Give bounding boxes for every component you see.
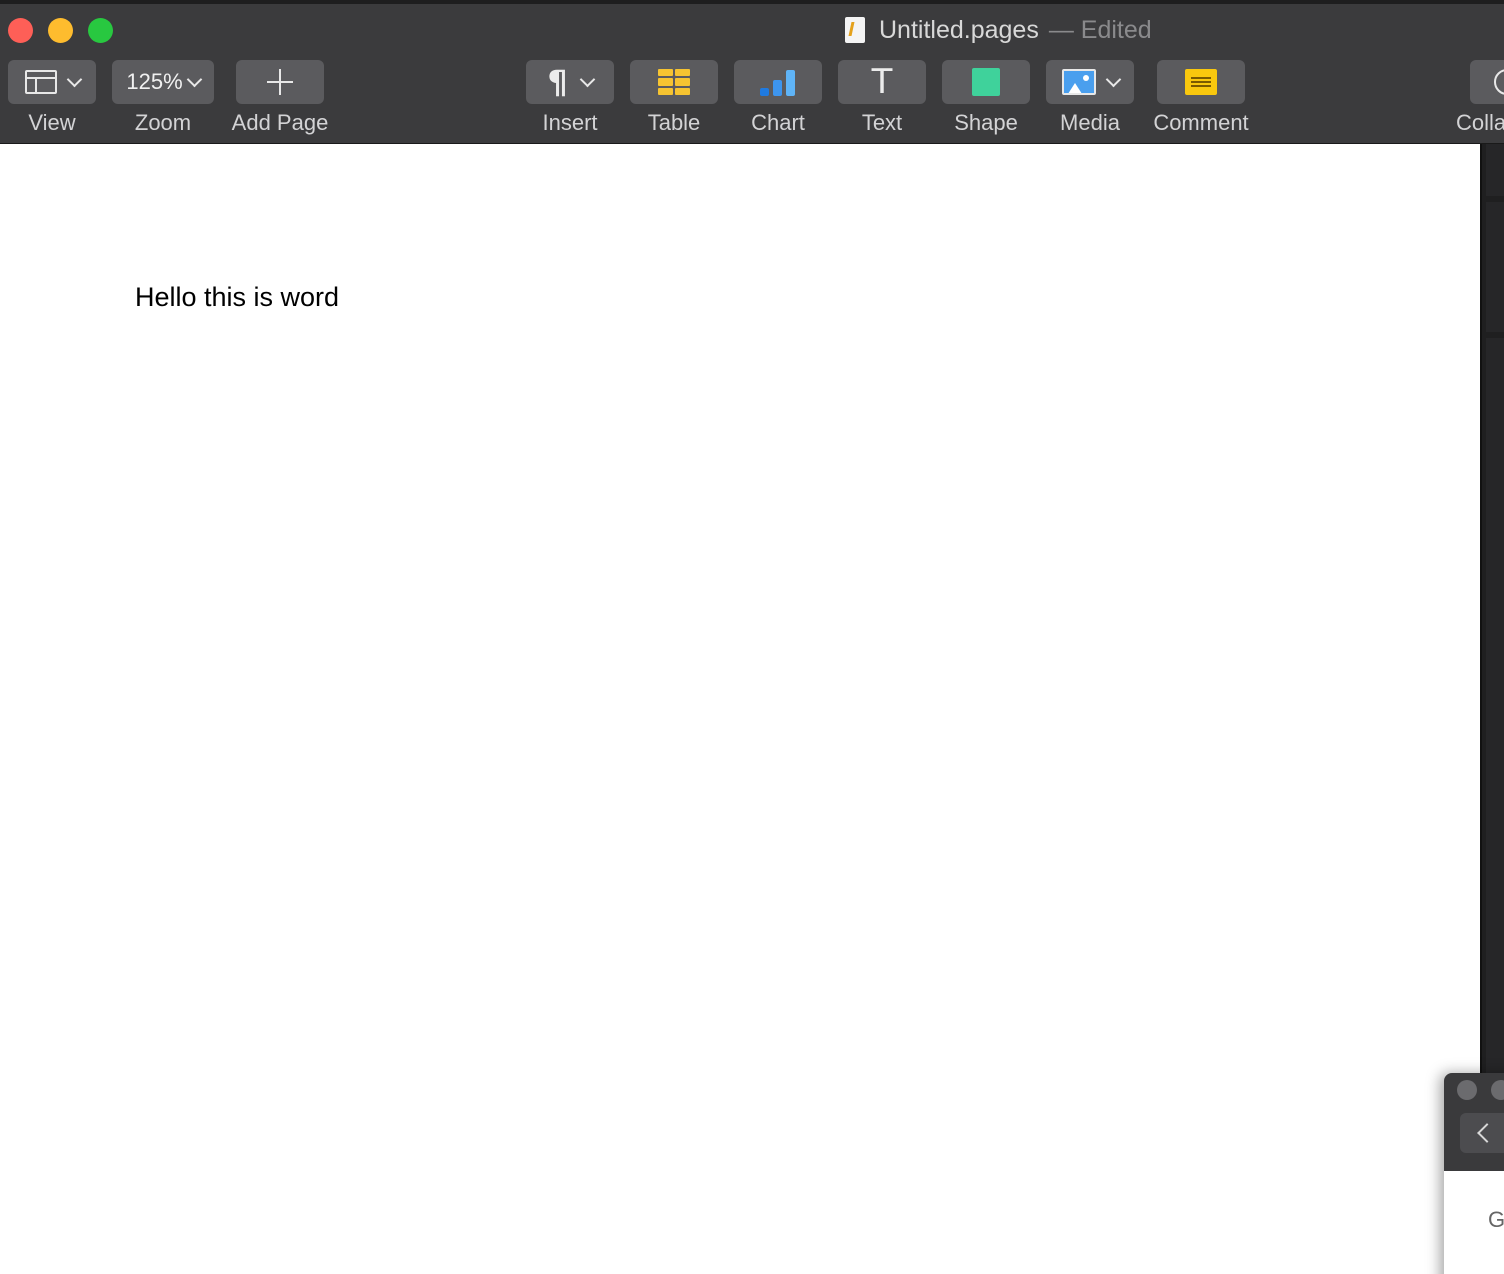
collaborate-label: Colla — [1456, 110, 1504, 135]
insert-button[interactable]: ¶ — [526, 60, 614, 104]
close-window-button[interactable] — [1457, 1080, 1477, 1100]
table-label: Table — [647, 110, 701, 135]
fullscreen-window-button[interactable] — [88, 18, 113, 43]
chevron-left-icon — [1477, 1123, 1497, 1143]
comment-label: Comment — [1153, 110, 1249, 135]
chart-button[interactable] — [734, 60, 822, 104]
window-title: Untitled.pages — Edited — [845, 14, 1152, 46]
insert-label: Insert — [542, 110, 598, 135]
view-button[interactable] — [8, 60, 96, 104]
toolbar: Untitled.pages — Edited View 125% Zoom A… — [0, 0, 1504, 144]
table-icon — [658, 69, 690, 95]
media-button[interactable] — [1046, 60, 1134, 104]
text-box-icon: T — [871, 62, 893, 102]
photo-icon — [1061, 69, 1096, 95]
text-label: Text — [861, 110, 903, 135]
shape-button[interactable] — [942, 60, 1030, 104]
view-label: View — [28, 110, 76, 135]
collaborate-button[interactable] — [1470, 60, 1504, 104]
plus-icon — [267, 69, 293, 95]
add-page-label: Add Page — [231, 110, 329, 135]
zoom-value: 125% — [126, 69, 183, 94]
document-edited-status: — Edited — [1048, 15, 1152, 44]
close-window-button[interactable] — [8, 18, 33, 43]
overlapping-window-content: G — [1444, 1171, 1504, 1274]
media-label: Media — [1060, 110, 1120, 135]
bar-chart-icon — [760, 68, 796, 96]
document-canvas[interactable]: Hello this is word — [0, 144, 1480, 1274]
document-body-text[interactable]: Hello this is word — [135, 282, 339, 313]
pages-app-window: Untitled.pages — Edited View 125% Zoom A… — [0, 0, 1504, 1274]
chevron-down-icon — [66, 71, 82, 87]
collaborate-icon — [1494, 69, 1504, 95]
document-file-name: Untitled.pages — [879, 15, 1039, 44]
minimize-window-button[interactable] — [1491, 1080, 1504, 1100]
chart-label: Chart — [751, 110, 805, 135]
back-button[interactable] — [1460, 1113, 1504, 1153]
zoom-label: Zoom — [134, 110, 192, 135]
minimize-window-button[interactable] — [48, 18, 73, 43]
shape-label: Shape — [954, 110, 1018, 135]
pages-document-icon — [845, 17, 865, 43]
add-page-button[interactable] — [236, 60, 324, 104]
overlapping-window-text: G — [1488, 1207, 1504, 1232]
chevron-down-icon — [579, 71, 595, 87]
pilcrow-icon: ¶ — [547, 63, 568, 101]
chevron-down-icon — [186, 71, 202, 87]
chevron-down-icon — [1105, 71, 1121, 87]
text-button[interactable]: T — [838, 60, 926, 104]
sticky-note-icon — [1185, 69, 1217, 95]
overlapping-window[interactable]: G — [1444, 1073, 1504, 1274]
comment-button[interactable] — [1157, 60, 1245, 104]
table-button[interactable] — [630, 60, 718, 104]
square-shape-icon — [972, 68, 1000, 96]
zoom-dropdown[interactable]: 125% — [112, 60, 214, 104]
sidebar-layout-icon — [24, 70, 57, 94]
